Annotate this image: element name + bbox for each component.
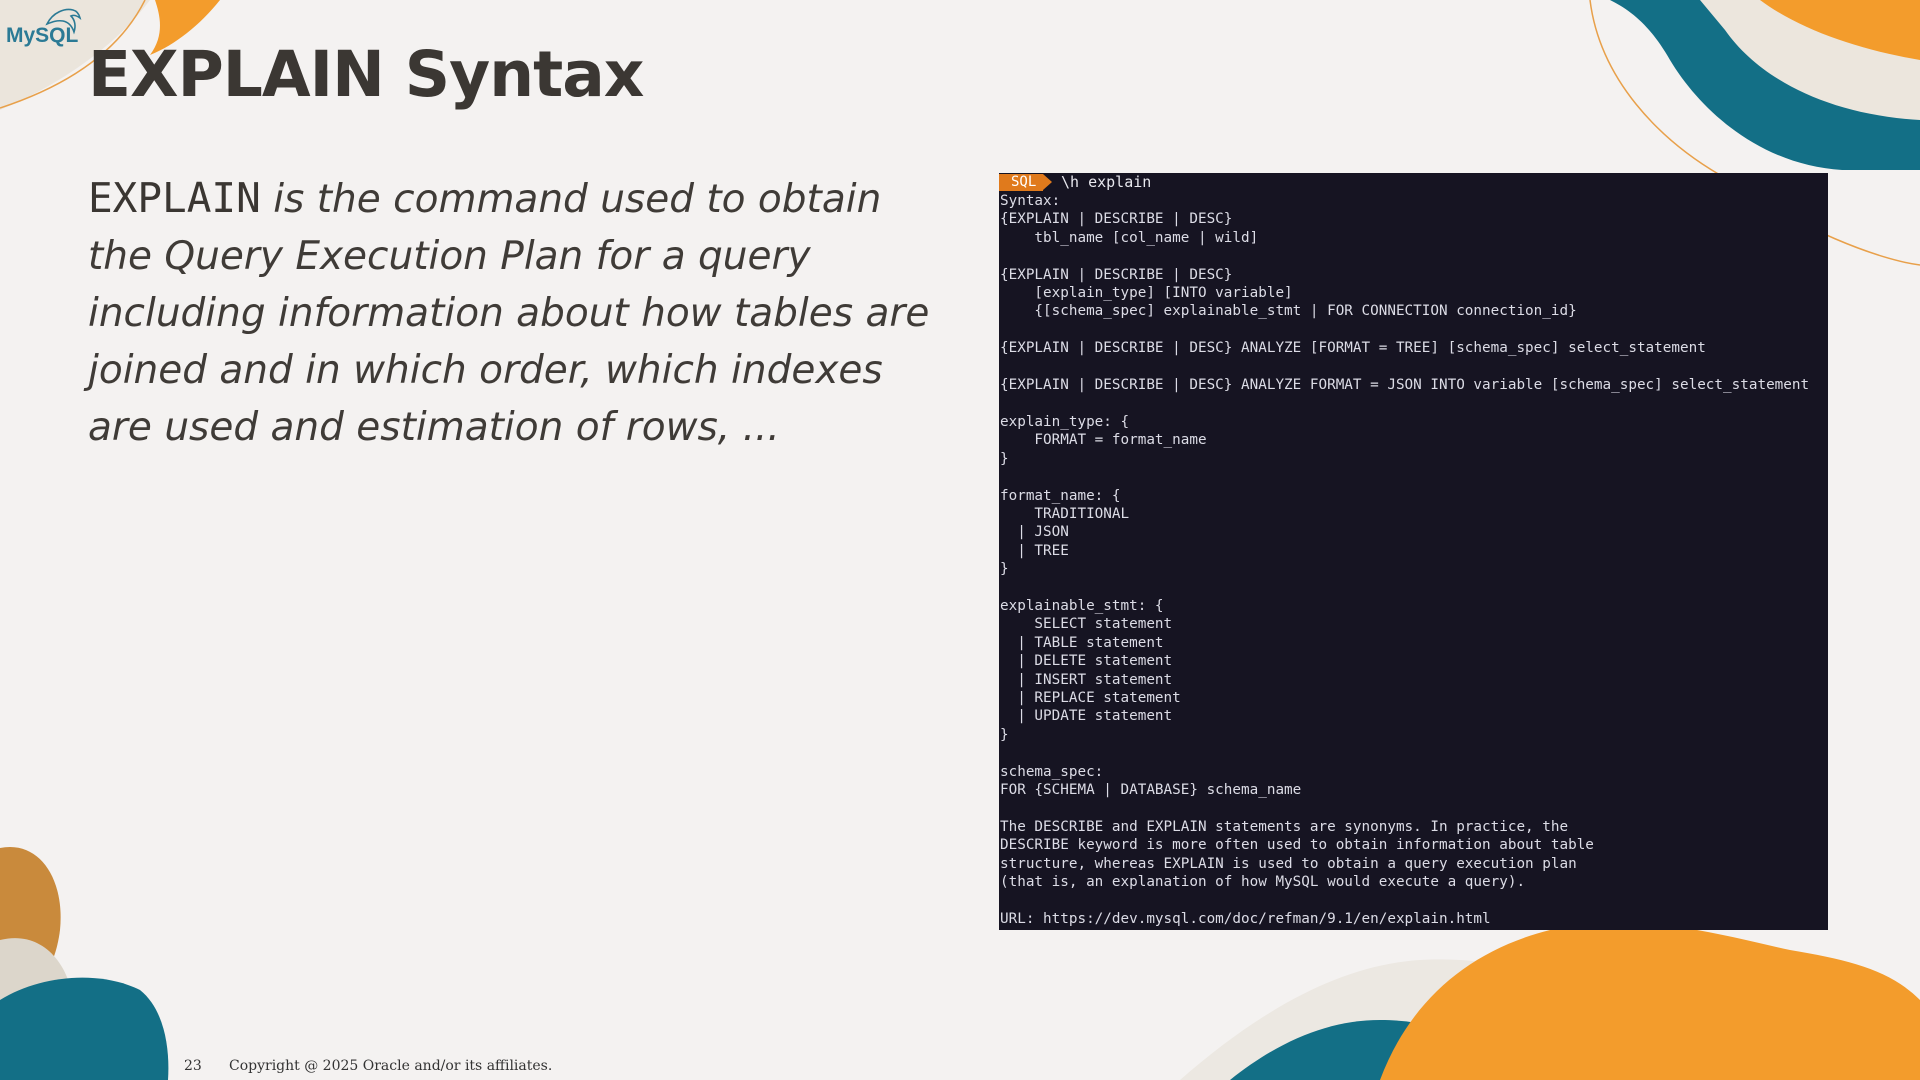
cream-wave-top-right: [1700, 0, 1920, 120]
terminal-command: \h explain: [1061, 173, 1152, 191]
teal-wave-bottom-right: [1230, 1020, 1530, 1080]
copyright-text: Copyright @ 2025 Oracle and/or its affil…: [229, 1058, 553, 1074]
terminal-output: Syntax: {EXPLAIN | DESCRIBE | DESC} tbl_…: [1000, 193, 1810, 927]
sql-prompt-badge: SQL: [999, 174, 1052, 191]
orange-blob-bottom-left: [0, 846, 61, 1005]
cream-blob-bottom-left: [0, 938, 75, 1080]
teal-wave-top-right: [1610, 0, 1920, 170]
explain-keyword: EXPLAIN: [88, 174, 261, 222]
lead-paragraph: EXPLAIN is the command used to obtain th…: [88, 170, 948, 456]
orange-wave-top-right: [1760, 0, 1920, 60]
slide-number: 23: [184, 1058, 202, 1074]
orange-wave-bottom-right: [1380, 922, 1920, 1080]
dolphin-icon: [45, 8, 82, 35]
cream-wave-bottom-right: [1180, 959, 1620, 1080]
terminal-prompt-row: SQL \h explain: [999, 173, 1828, 192]
terminal-window: SQL \h explain Syntax: {EXPLAIN | DESCRI…: [999, 173, 1828, 930]
teal-blob-bottom-left: [0, 977, 169, 1080]
mysql-logo: MySQL: [6, 8, 82, 48]
page-title: EXPLAIN Syntax: [88, 38, 644, 111]
